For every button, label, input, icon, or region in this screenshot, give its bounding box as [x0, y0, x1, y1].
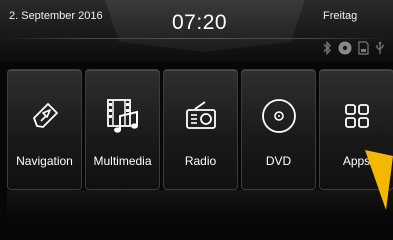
pointer-arrow-icon	[365, 150, 393, 210]
dvd-tile[interactable]: DVD	[241, 69, 316, 190]
status-divider	[0, 38, 393, 39]
bluetooth-icon	[323, 41, 331, 55]
date-label: 2. September 2016	[9, 10, 103, 22]
radio-icon	[185, 101, 216, 129]
app-launcher: Navigation Multimedia Radio DVD Apps	[7, 69, 393, 190]
sd-card-icon	[358, 41, 369, 55]
multimedia-label: Multimedia	[93, 154, 152, 168]
disc-icon	[261, 99, 296, 133]
dvd-label: DVD	[265, 154, 292, 168]
media-disc-icon	[338, 41, 352, 55]
navigation-arrow-icon	[32, 103, 58, 128]
radio-tile[interactable]: Radio	[163, 69, 238, 190]
navigation-label: Navigation	[16, 154, 73, 168]
status-bar: 2. September 2016 07:20 Freitag	[0, 0, 393, 62]
usb-icon	[376, 41, 384, 54]
status-icons	[322, 40, 385, 56]
clock-time: 07:20	[172, 11, 228, 34]
navigation-tile[interactable]: Navigation	[7, 69, 82, 190]
radio-label: Radio	[184, 154, 217, 168]
film-music-icon	[106, 99, 138, 133]
tile-reflection	[7, 190, 393, 220]
app-grid-icon	[344, 104, 369, 128]
weekday-label: Freitag	[323, 10, 358, 22]
multimedia-tile[interactable]: Multimedia	[85, 69, 160, 190]
